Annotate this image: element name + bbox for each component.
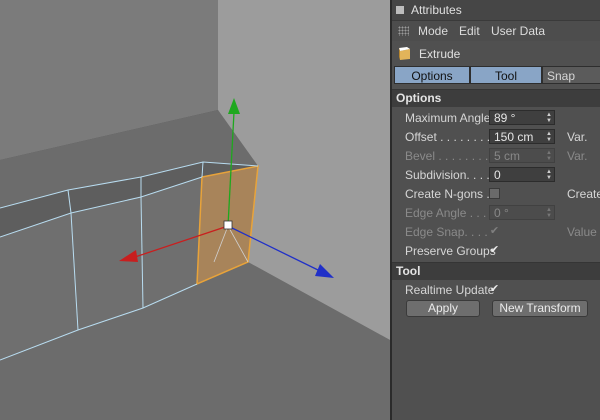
max-angle-field[interactable]: 89 ° ▲ ▼ [489, 110, 555, 125]
edge-angle-stepper: ▲ ▼ [546, 207, 552, 219]
edge-snap-check-icon: ✔ [489, 225, 500, 237]
application-window: Attributes Mode Edit User Data Extrude O… [0, 0, 600, 420]
create-ngons-row: Create N-gons . . Create [392, 185, 600, 204]
menu-edit[interactable]: Edit [459, 24, 480, 38]
subdivision-row: Subdivision. . . . 0 ▲ ▼ [392, 166, 600, 185]
bevel-variation-label: Var. [567, 149, 588, 163]
edge-angle-value: 0 ° [494, 206, 509, 220]
edge-snap-value-label: Value [567, 225, 597, 239]
offset-variation-label: Var. [567, 130, 588, 144]
menu-mode[interactable]: Mode [418, 24, 448, 38]
bevel-stepper: ▲ ▼ [546, 150, 552, 162]
create-ngons-label: Create N-gons . . [405, 187, 497, 201]
offset-label: Offset . . . . . . . . [405, 130, 491, 144]
stepper-down-icon: ▼ [546, 156, 552, 162]
3d-viewport[interactable] [0, 0, 390, 420]
stepper-down-icon[interactable]: ▼ [546, 137, 552, 143]
max-angle-value: 89 ° [494, 111, 516, 125]
bevel-label: Bevel . . . . . . . . [405, 149, 489, 163]
realtime-update-check-icon[interactable]: ✔ [489, 284, 500, 295]
edge-angle-label: Edge Angle . . . [405, 206, 487, 220]
offset-row: Offset . . . . . . . . 150 cm ▲ ▼ Var. [392, 128, 600, 147]
panel-title: Attributes [411, 3, 462, 17]
max-angle-row: Maximum Angle 89 ° ▲ ▼ [392, 109, 600, 128]
create-ngons-checkbox[interactable] [489, 188, 500, 199]
tab-bar: Options Tool Snap Settings [392, 66, 600, 101]
menu-user-data[interactable]: User Data [491, 24, 545, 38]
panel-menu-icon[interactable] [396, 6, 404, 14]
realtime-update-label: Realtime Update [405, 283, 495, 297]
section-tool[interactable]: Tool [392, 262, 600, 280]
edge-snap-row: Edge Snap. . . . ✔ Value [392, 223, 600, 242]
subdivision-value: 0 [494, 168, 501, 182]
stepper-down-icon[interactable]: ▼ [546, 118, 552, 124]
grip-icon[interactable] [398, 26, 409, 36]
apply-button[interactable]: Apply [406, 300, 480, 317]
tab-snap-settings[interactable]: Snap Settings [542, 66, 600, 101]
object-name: Extrude [419, 47, 461, 61]
attributes-panel: Attributes Mode Edit User Data Extrude O… [392, 0, 600, 420]
subdivision-field[interactable]: 0 ▲ ▼ [489, 167, 555, 182]
offset-stepper[interactable]: ▲ ▼ [546, 131, 552, 143]
gizmo-center-handle[interactable] [223, 220, 233, 230]
offset-value: 150 cm [494, 130, 534, 144]
section-options[interactable]: Options [392, 89, 600, 107]
max-angle-label: Maximum Angle [405, 111, 491, 125]
edge-angle-field: 0 ° ▲ ▼ [489, 205, 555, 220]
realtime-update-row: Realtime Update ✔ [392, 281, 600, 300]
tab-tool[interactable]: Tool [470, 66, 542, 84]
max-angle-stepper[interactable]: ▲ ▼ [546, 112, 552, 124]
stepper-down-icon[interactable]: ▼ [546, 175, 552, 181]
preserve-groups-row: Preserve Groups ✔ [392, 242, 600, 261]
preserve-groups-check-icon[interactable]: ✔ [489, 245, 500, 256]
viewport-canvas[interactable] [0, 0, 390, 420]
edge-angle-row: Edge Angle . . . 0 ° ▲ ▼ [392, 204, 600, 223]
extrude-icon [399, 47, 410, 60]
subdivision-stepper[interactable]: ▲ ▼ [546, 169, 552, 181]
edge-snap-label: Edge Snap. . . . [405, 225, 488, 239]
bevel-row: Bevel . . . . . . . . 5 cm ▲ ▼ Var. [392, 147, 600, 166]
tab-options[interactable]: Options [394, 66, 470, 84]
create-caps-label: Create [567, 187, 600, 201]
preserve-groups-label: Preserve Groups [405, 244, 496, 258]
subdivision-label: Subdivision. . . . [405, 168, 490, 182]
section-options-label: Options [396, 91, 442, 105]
section-tool-label: Tool [396, 264, 421, 278]
attributes-menubar: Mode Edit User Data [392, 21, 600, 41]
object-header: Extrude [392, 43, 600, 65]
attributes-titlebar: Attributes [392, 0, 600, 21]
bevel-field: 5 cm ▲ ▼ [489, 148, 555, 163]
new-transform-button[interactable]: New Transform [492, 300, 588, 317]
offset-field[interactable]: 150 cm ▲ ▼ [489, 129, 555, 144]
stepper-down-icon: ▼ [546, 213, 552, 219]
bevel-value: 5 cm [494, 149, 521, 163]
